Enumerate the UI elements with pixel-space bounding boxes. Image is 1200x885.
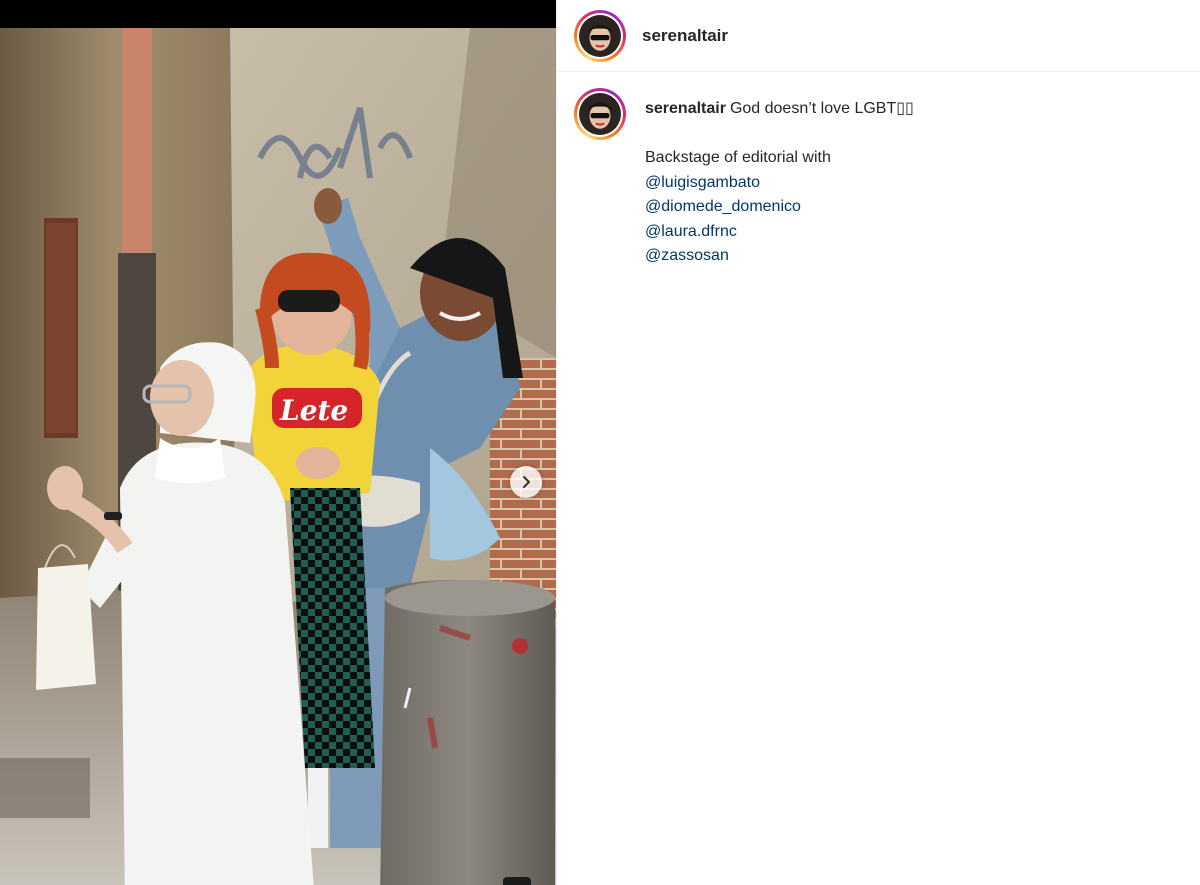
post-caption: serenaltair God doesn’t love LGBT▯▯ Backs… [557,72,1200,269]
post-photo: Lete [0,28,556,885]
header-avatar[interactable] [574,9,626,62]
svg-text:Lete: Lete [279,394,348,427]
caption-first-line: God doesn’t love LGBT▯▯ [729,100,914,117]
caption-username[interactable]: serenaltair [645,100,726,117]
profile-avatar-icon [579,93,621,135]
mention-link[interactable]: @laura.dfrnc [645,220,914,245]
caption-avatar[interactable] [574,88,626,140]
next-media-button[interactable] [510,466,542,498]
mention-link[interactable]: @diomede_domenico [645,195,914,220]
caption-line-2: Backstage of editorial with [645,149,831,166]
post-header: serenaltair [557,0,1200,72]
header-username[interactable]: serenaltair [642,26,728,46]
profile-avatar-icon [579,14,621,57]
media-top-bar [0,0,556,28]
instagram-post: Lete serenaltair serenaltair God doesn’t… [0,0,1200,885]
chevron-right-icon [523,476,530,488]
mention-link[interactable]: @zassosan [645,244,914,269]
post-media[interactable]: Lete [0,0,556,885]
mention-link[interactable]: @luigisgambato [645,171,914,196]
caption-text: serenaltair God doesn’t love LGBT▯▯ Backs… [645,88,914,269]
media-indicator [503,877,531,885]
post-side-panel: serenaltair serenaltair God doesn’t love … [556,0,1200,885]
